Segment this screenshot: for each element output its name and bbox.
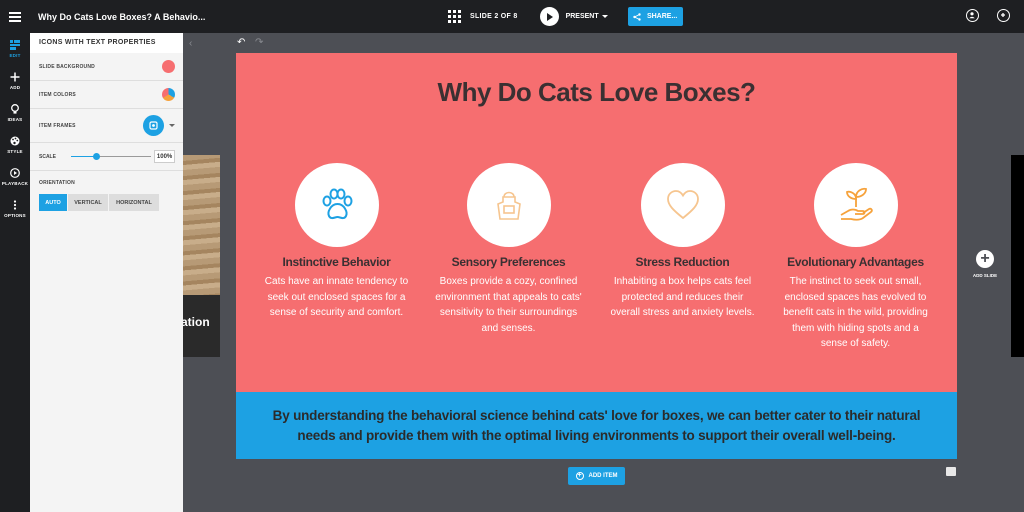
paw-icon [322, 188, 352, 220]
orientation-vertical-button[interactable]: VERTICAL [68, 194, 108, 211]
slide-background-label: SLIDE BACKGROUND [39, 63, 95, 70]
slide-background-swatch[interactable] [162, 60, 175, 73]
item-icon-frame[interactable] [294, 163, 379, 247]
redo-icon[interactable]: ↷ [255, 37, 263, 48]
chevron-down-icon [601, 14, 608, 18]
undo-icon[interactable]: ↶ [237, 37, 245, 48]
add-slide-control[interactable]: + ADD SLIDE [966, 250, 1004, 278]
scale-row: SCALE 100% [30, 143, 183, 171]
play-circle-icon [10, 168, 20, 178]
document-title[interactable]: Why Do Cats Love Boxes? A Behavio... [38, 12, 205, 22]
edit-icon [10, 40, 20, 50]
item-icon-frame[interactable] [640, 163, 725, 247]
rail-item-edit[interactable]: EDIT [0, 33, 30, 65]
panel-title: ICONS WITH TEXT PROPERTIES [30, 33, 183, 53]
share-label: SHARE... [646, 13, 678, 20]
share-icon [633, 12, 641, 21]
item-instinctive-behavior[interactable]: Instinctive Behavior Cats have an innate… [254, 163, 419, 321]
summary-banner[interactable]: By understanding the behavioral science … [236, 392, 957, 459]
slider-handle[interactable] [92, 152, 100, 160]
next-slide-thumbnail[interactable] [1011, 155, 1024, 357]
item-heading[interactable]: Evolutionary Advantages [773, 255, 938, 269]
orientation-auto-button[interactable]: AUTO [39, 194, 67, 211]
add-item-label: ADD ITEM [588, 473, 618, 479]
slide-counter[interactable]: SLIDE 2 OF 8 [470, 13, 518, 20]
play-icon[interactable] [539, 7, 559, 26]
rail-item-style[interactable]: STYLE [0, 129, 30, 161]
present-button[interactable]: PRESENT [566, 13, 608, 20]
item-body[interactable]: Inhabiting a box helps cats feel protect… [600, 274, 765, 321]
rail-label: PLAYBACK [1, 181, 29, 186]
item-heading[interactable]: Sensory Preferences [426, 255, 591, 269]
left-toolbar: EDIT ADD IDEAS STYLE PLAYBACK OPTIONS [0, 33, 30, 512]
item-colors-swatch[interactable] [162, 88, 175, 101]
slide-grid-icon[interactable] [448, 9, 462, 24]
thumbnail-image [183, 155, 220, 295]
rail-item-ideas[interactable]: IDEAS [0, 97, 30, 129]
presentation-controls: SLIDE 2 OF 8 PRESENT SHARE... [448, 0, 683, 33]
rail-label: STYLE [7, 149, 23, 154]
rail-label: EDIT [9, 53, 21, 58]
slide-background-row[interactable]: SLIDE BACKGROUND [30, 53, 183, 81]
heart-icon [666, 190, 699, 220]
palette-icon [10, 136, 20, 146]
scale-label: SCALE [39, 153, 56, 160]
rail-label: IDEAS [7, 117, 23, 122]
item-colors-row[interactable]: ITEM COLORS [30, 81, 183, 109]
add-item-button[interactable]: + ADD ITEM [568, 467, 625, 485]
account-icon[interactable] [966, 9, 979, 22]
item-frames-control[interactable] [143, 115, 175, 136]
plus-icon [10, 72, 20, 82]
item-sensory-preferences[interactable]: Sensory Preferences Boxes provide a cozy… [426, 163, 591, 336]
sprout-hand-icon [840, 187, 873, 221]
frame-style-icon[interactable] [143, 115, 164, 136]
orientation-label: ORIENTATION [39, 180, 75, 186]
item-colors-label: ITEM COLORS [39, 91, 76, 98]
item-body[interactable]: The instinct to seek out small, enclosed… [773, 274, 938, 352]
rail-label: ADD [9, 85, 21, 90]
orientation-toggle: AUTO VERTICAL HORIZONTAL [39, 194, 183, 211]
plus-circle-icon: + [575, 472, 584, 480]
top-bar: Why Do Cats Love Boxes? A Behavio... SLI… [0, 0, 1024, 33]
properties-panel: ICONS WITH TEXT PROPERTIES SLIDE BACKGRO… [30, 33, 183, 512]
add-slide-label: ADD SLIDE [972, 273, 998, 278]
scale-value-input[interactable]: 100% [154, 150, 175, 163]
rail-item-add[interactable]: ADD [0, 65, 30, 97]
scale-slider[interactable] [70, 152, 151, 160]
item-heading[interactable]: Instinctive Behavior [254, 255, 419, 269]
top-right-controls [966, 9, 1010, 22]
item-frames-label: ITEM FRAMES [39, 122, 76, 129]
lightbulb-icon [10, 104, 20, 114]
orientation-horizontal-button[interactable]: HORIZONTAL [109, 194, 159, 211]
item-icon-frame[interactable] [466, 163, 551, 247]
slide-canvas[interactable]: Why Do Cats Love Boxes? Instinctive Beha… [236, 53, 957, 459]
thumbnail-text: ation [183, 315, 210, 329]
item-stress-reduction[interactable]: Stress Reduction Inhabiting a box helps … [600, 163, 765, 321]
share-button[interactable]: SHARE... [627, 7, 683, 26]
slide-title[interactable]: Why Do Cats Love Boxes? [236, 77, 957, 108]
chevron-down-icon[interactable] [169, 124, 175, 127]
hamburger-menu-icon[interactable] [0, 0, 30, 33]
apron-icon [496, 191, 521, 220]
help-chat-icon[interactable] [997, 9, 1010, 22]
item-evolutionary-advantages[interactable]: Evolutionary Advantages The instinct to … [773, 163, 938, 352]
rail-item-options[interactable]: OPTIONS [0, 193, 30, 225]
collapse-panel-icon[interactable]: ‹ [189, 38, 192, 49]
comment-icon[interactable] [946, 467, 956, 476]
item-heading[interactable]: Stress Reduction [600, 255, 765, 269]
present-label: PRESENT [565, 13, 599, 20]
rail-label: OPTIONS [4, 213, 26, 218]
item-icon-frame[interactable] [813, 163, 898, 247]
add-slide-plus-icon[interactable]: + [976, 250, 994, 268]
rail-item-playback[interactable]: PLAYBACK [0, 161, 30, 193]
slider-track [96, 155, 151, 158]
item-body[interactable]: Boxes provide a cozy, confined environme… [426, 274, 591, 336]
dots-vertical-icon [10, 200, 20, 210]
item-frames-row[interactable]: ITEM FRAMES [30, 109, 183, 143]
item-body[interactable]: Cats have an innate tendency to seek out… [254, 274, 419, 321]
previous-slide-thumbnail[interactable]: ation [183, 155, 220, 357]
